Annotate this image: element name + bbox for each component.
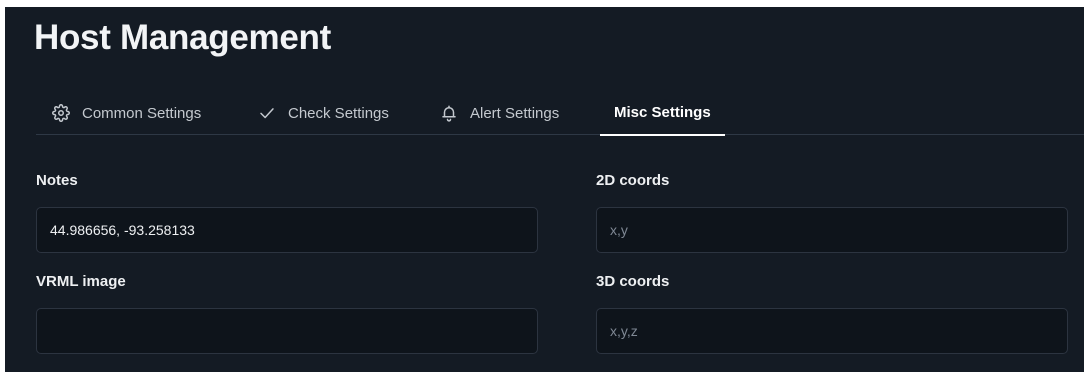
tab-label: Check Settings — [288, 104, 389, 122]
check-icon — [258, 104, 276, 122]
vrml-image-label: VRML image — [36, 273, 126, 290]
tab-misc-settings[interactable]: Misc Settings — [600, 91, 725, 136]
settings-tabs: Common Settings Check Settings Alert Set… — [36, 91, 1084, 136]
coords-2d-label: 2D coords — [596, 172, 670, 189]
gear-icon — [52, 104, 70, 122]
tab-common-settings[interactable]: Common Settings — [52, 91, 201, 135]
host-management-page: Host Management Common Settings Check Se… — [5, 7, 1084, 372]
bell-icon — [440, 104, 458, 122]
tab-label: Misc Settings — [614, 104, 711, 121]
vrml-image-input[interactable] — [36, 308, 538, 354]
page-title: Host Management — [34, 18, 331, 57]
tab-label: Alert Settings — [470, 104, 560, 122]
tab-label: Common Settings — [82, 104, 202, 122]
notes-label: Notes — [36, 172, 78, 189]
coords-3d-label: 3D coords — [596, 273, 670, 290]
notes-input[interactable] — [36, 207, 538, 253]
coords-2d-input[interactable] — [596, 207, 1068, 253]
coords-3d-input[interactable] — [596, 308, 1068, 354]
tab-check-settings[interactable]: Check Settings — [258, 91, 389, 135]
tab-alert-settings[interactable]: Alert Settings — [440, 91, 559, 135]
